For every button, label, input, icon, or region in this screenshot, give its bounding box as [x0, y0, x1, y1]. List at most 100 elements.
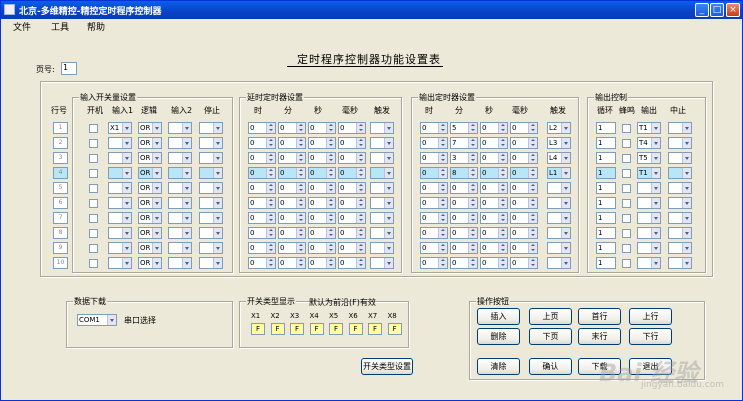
abort-select[interactable] — [668, 242, 692, 254]
output-ms-spinner[interactable]: 0 — [510, 227, 538, 239]
power-on-checkbox[interactable] — [89, 169, 98, 178]
delay-minute-spinner[interactable]: 0 — [278, 152, 306, 164]
switch-type-box[interactable]: F — [251, 323, 265, 335]
delay-hour-spinner[interactable]: 0 — [248, 122, 276, 134]
output-hour-spinner[interactable]: 0 — [420, 227, 448, 239]
delay-hour-spinner[interactable]: 0 — [248, 242, 276, 254]
stop-select[interactable] — [199, 257, 223, 269]
delay-minute-spinner[interactable]: 0 — [278, 212, 306, 224]
buzzer-checkbox[interactable] — [622, 229, 631, 238]
delay-second-spinner[interactable]: 0 — [308, 182, 336, 194]
delay-hour-spinner[interactable]: 0 — [248, 257, 276, 269]
delay-ms-spinner[interactable]: 0 — [338, 242, 366, 254]
power-on-checkbox[interactable] — [89, 244, 98, 253]
delay-second-spinner[interactable]: 0 — [308, 242, 336, 254]
power-on-checkbox[interactable] — [89, 124, 98, 133]
op-button[interactable]: 确认 — [529, 358, 572, 375]
row-number-3[interactable]: 3 — [53, 152, 68, 164]
row-number-5[interactable]: 5 — [53, 182, 68, 194]
stop-select[interactable] — [199, 227, 223, 239]
loop-count-input[interactable]: 1 — [596, 257, 616, 269]
op-button[interactable]: 上行 — [629, 308, 672, 325]
output-hour-spinner[interactable]: 0 — [420, 122, 448, 134]
op-button[interactable]: 删除 — [477, 328, 520, 345]
buzzer-checkbox[interactable] — [622, 199, 631, 208]
output-ms-spinner[interactable]: 0 — [510, 182, 538, 194]
title-bar[interactable]: 北京-多维精控-精控定时程序控制器 _ □ × — [1, 1, 742, 19]
power-on-checkbox[interactable] — [89, 259, 98, 268]
logic-select[interactable]: OR — [138, 122, 162, 134]
delay-second-spinner[interactable]: 0 — [308, 122, 336, 134]
logic-select[interactable]: OR — [138, 137, 162, 149]
delay-hour-spinner[interactable]: 0 — [248, 197, 276, 209]
switch-type-box[interactable]: F — [270, 323, 285, 335]
output-ms-spinner[interactable]: 0 — [510, 242, 538, 254]
logic-select[interactable]: OR — [138, 257, 162, 269]
output-minute-spinner[interactable]: 3 — [450, 152, 478, 164]
input2-select[interactable] — [168, 242, 192, 254]
delay-ms-spinner[interactable]: 0 — [338, 167, 366, 179]
row-number-4[interactable]: 4 — [53, 167, 68, 179]
output-minute-spinner[interactable]: 0 — [450, 257, 478, 269]
stop-select[interactable] — [199, 197, 223, 209]
output-select[interactable] — [637, 197, 661, 209]
abort-select[interactable] — [668, 212, 692, 224]
output-minute-spinner[interactable]: 8 — [450, 167, 478, 179]
output-ms-spinner[interactable]: 0 — [510, 137, 538, 149]
buzzer-checkbox[interactable] — [622, 154, 631, 163]
output-hour-spinner[interactable]: 0 — [420, 167, 448, 179]
output-second-spinner[interactable]: 0 — [480, 242, 508, 254]
delay-hour-spinner[interactable]: 0 — [248, 137, 276, 149]
input1-select[interactable] — [108, 212, 132, 224]
buzzer-checkbox[interactable] — [622, 184, 631, 193]
delay-minute-spinner[interactable]: 0 — [278, 242, 306, 254]
input1-select[interactable] — [108, 242, 132, 254]
row-number-7[interactable]: 7 — [53, 212, 68, 224]
input1-select[interactable] — [108, 257, 132, 269]
output-second-spinner[interactable]: 0 — [480, 212, 508, 224]
delay-ms-spinner[interactable]: 0 — [338, 212, 366, 224]
delay-second-spinner[interactable]: 0 — [308, 137, 336, 149]
row-number-2[interactable]: 2 — [53, 137, 68, 149]
output-minute-spinner[interactable]: 0 — [450, 242, 478, 254]
loop-count-input[interactable]: 1 — [596, 152, 616, 164]
delay-minute-spinner[interactable]: 0 — [278, 122, 306, 134]
buzzer-checkbox[interactable] — [622, 259, 631, 268]
delay-hour-spinner[interactable]: 0 — [248, 227, 276, 239]
output-trigger-select[interactable]: L4 — [547, 152, 571, 164]
op-button[interactable]: 末行 — [578, 328, 621, 345]
output-select[interactable] — [637, 182, 661, 194]
minimize-button[interactable]: _ — [695, 3, 709, 17]
menu-file[interactable]: 文件 — [13, 20, 31, 33]
op-button[interactable]: 首行 — [578, 308, 621, 325]
op-button[interactable]: 插入 — [477, 308, 520, 325]
input1-select[interactable] — [108, 197, 132, 209]
logic-select[interactable]: OR — [138, 242, 162, 254]
loop-count-input[interactable]: 1 — [596, 212, 616, 224]
output-trigger-select[interactable]: L3 — [547, 137, 571, 149]
delay-hour-spinner[interactable]: 0 — [248, 167, 276, 179]
delay-hour-spinner[interactable]: 0 — [248, 212, 276, 224]
logic-select[interactable]: OR — [138, 197, 162, 209]
op-button[interactable]: 下页 — [529, 328, 572, 345]
power-on-checkbox[interactable] — [89, 139, 98, 148]
stop-select[interactable] — [199, 137, 223, 149]
power-on-checkbox[interactable] — [89, 199, 98, 208]
row-number-8[interactable]: 8 — [53, 227, 68, 239]
input2-select[interactable] — [168, 122, 192, 134]
op-button[interactable]: 下行 — [629, 328, 672, 345]
op-button[interactable]: 上页 — [529, 308, 572, 325]
delay-ms-spinner[interactable]: 0 — [338, 137, 366, 149]
delay-trigger-select[interactable] — [370, 197, 394, 209]
loop-count-input[interactable]: 1 — [596, 182, 616, 194]
input1-select[interactable] — [108, 137, 132, 149]
output-minute-spinner[interactable]: 0 — [450, 212, 478, 224]
abort-select[interactable] — [668, 257, 692, 269]
page-number-input[interactable]: 1 — [61, 62, 77, 75]
output-second-spinner[interactable]: 0 — [480, 182, 508, 194]
abort-select[interactable] — [668, 167, 692, 179]
input2-select[interactable] — [168, 137, 192, 149]
output-trigger-select[interactable] — [547, 182, 571, 194]
delay-minute-spinner[interactable]: 0 — [278, 137, 306, 149]
output-select[interactable] — [637, 227, 661, 239]
